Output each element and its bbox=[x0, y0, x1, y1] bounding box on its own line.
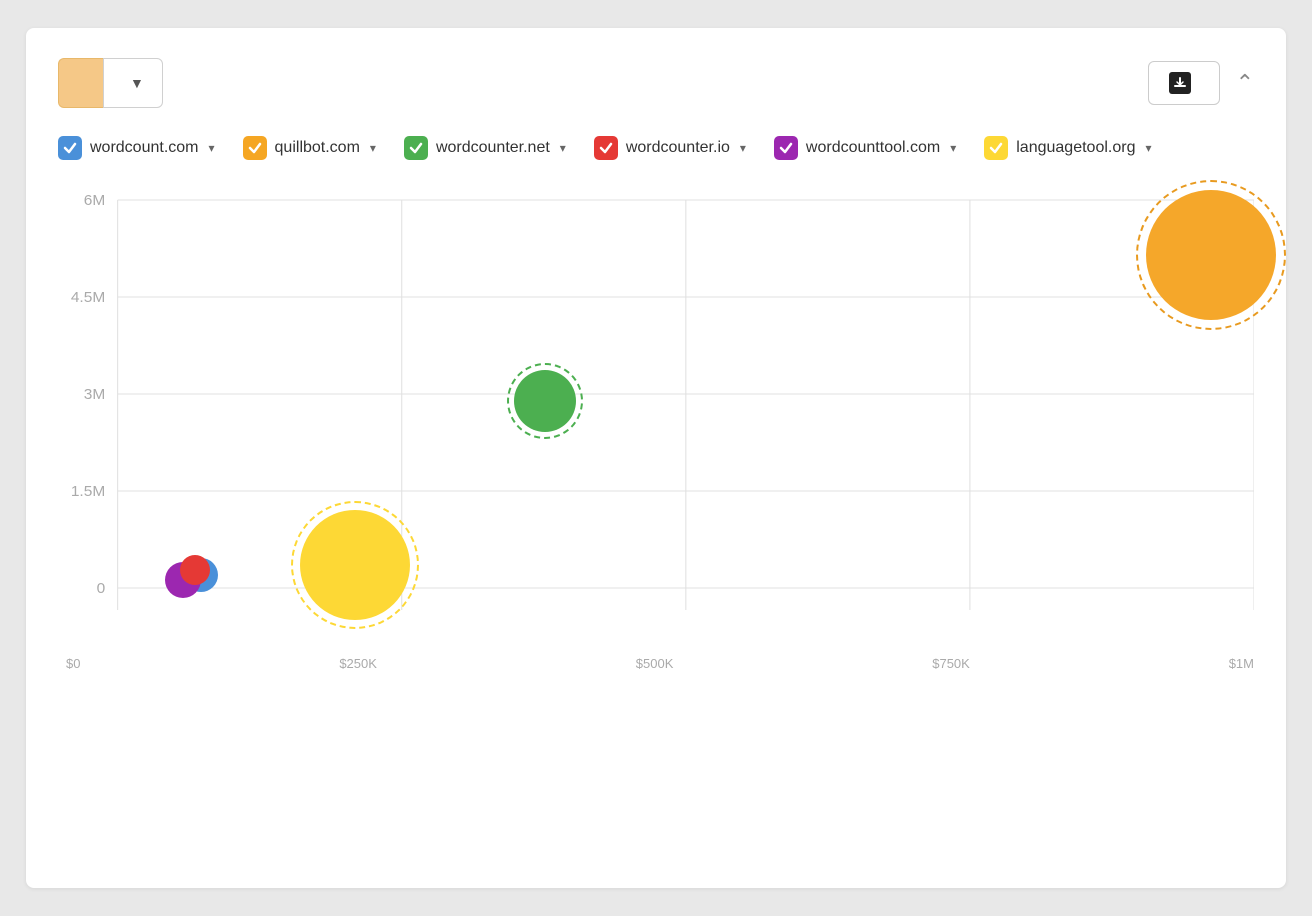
legend-label-wordcounttool: wordcounttool.com bbox=[806, 139, 940, 157]
legend-label-languagetool: languagetool.org bbox=[1016, 139, 1135, 157]
toolbar: ▼ ⌃ bbox=[58, 58, 1254, 108]
legend-item-quillbot[interactable]: quillbot.com ▾ bbox=[243, 136, 376, 160]
legend-label-wordcount: wordcount.com bbox=[90, 139, 199, 157]
export-button[interactable] bbox=[1148, 61, 1220, 105]
legend-label-wordcounter_net: wordcounter.net bbox=[436, 139, 550, 157]
bubble-languagetool bbox=[300, 510, 410, 620]
chevron-down-icon: ▾ bbox=[740, 141, 746, 155]
bubble-quillbot bbox=[1146, 190, 1276, 320]
chevron-down-icon: ▼ bbox=[130, 75, 144, 91]
checkbox-wordcounter_net bbox=[404, 136, 428, 160]
top5-badge[interactable] bbox=[58, 58, 103, 108]
svg-text:0: 0 bbox=[97, 580, 106, 597]
svg-text:1.5M: 1.5M bbox=[71, 483, 105, 500]
legend-label-quillbot: quillbot.com bbox=[275, 139, 360, 157]
x-axis-tick: $1M bbox=[1229, 656, 1254, 671]
legend-item-wordcount[interactable]: wordcount.com ▾ bbox=[58, 136, 215, 160]
x-axis: $0 $250K $500K $750K $1M bbox=[66, 650, 1254, 671]
chart-area: 6M 4.5M 3M 1.5M 0 $0 $250K $500K $750K $1M bbox=[58, 180, 1254, 677]
legend-item-wordcounter_net[interactable]: wordcounter.net ▾ bbox=[404, 136, 566, 160]
chevron-down-icon: ▾ bbox=[209, 141, 215, 155]
checkbox-wordcount bbox=[58, 136, 82, 160]
collapse-button[interactable]: ⌃ bbox=[1236, 70, 1254, 96]
checkbox-quillbot bbox=[243, 136, 267, 160]
checkbox-languagetool bbox=[984, 136, 1008, 160]
chevron-down-icon: ▾ bbox=[370, 141, 376, 155]
chevron-down-icon: ▾ bbox=[1145, 141, 1151, 155]
grid-container: 6M 4.5M 3M 1.5M 0 bbox=[66, 180, 1254, 650]
chevron-down-icon: ▾ bbox=[950, 141, 956, 155]
custom-dropdown[interactable]: ▼ bbox=[103, 58, 163, 108]
chart-inner: 6M 4.5M 3M 1.5M 0 $0 $250K $500K $750K $1M bbox=[66, 180, 1254, 677]
svg-text:3M: 3M bbox=[84, 386, 106, 403]
bubble-wordcounter_net bbox=[514, 370, 576, 432]
toolbar-right: ⌃ bbox=[1148, 61, 1254, 105]
export-icon bbox=[1169, 72, 1191, 94]
legend-item-languagetool[interactable]: languagetool.org ▾ bbox=[984, 136, 1151, 160]
svg-text:6M: 6M bbox=[84, 192, 106, 209]
x-axis-tick: $0 bbox=[66, 656, 80, 671]
chevron-down-icon: ▾ bbox=[560, 141, 566, 155]
x-axis-tick: $500K bbox=[636, 656, 674, 671]
legend: wordcount.com▾quillbot.com▾wordcounter.n… bbox=[58, 136, 1254, 160]
x-axis-tick: $250K bbox=[339, 656, 377, 671]
checkbox-wordcounttool bbox=[774, 136, 798, 160]
toolbar-left: ▼ bbox=[58, 58, 163, 108]
bubble-wordcounter_io bbox=[180, 555, 210, 585]
legend-item-wordcounter_io[interactable]: wordcounter.io ▾ bbox=[594, 136, 746, 160]
x-axis-tick: $750K bbox=[932, 656, 970, 671]
svg-text:4.5M: 4.5M bbox=[71, 289, 105, 306]
checkbox-wordcounter_io bbox=[594, 136, 618, 160]
legend-label-wordcounter_io: wordcounter.io bbox=[626, 139, 730, 157]
chart-container: 6M 4.5M 3M 1.5M 0 $0 $250K $500K $750K $1M bbox=[58, 180, 1254, 677]
main-card: ▼ ⌃ wordcount.com▾quillbot.com▾wordcount… bbox=[26, 28, 1286, 888]
legend-item-wordcounttool[interactable]: wordcounttool.com ▾ bbox=[774, 136, 956, 160]
